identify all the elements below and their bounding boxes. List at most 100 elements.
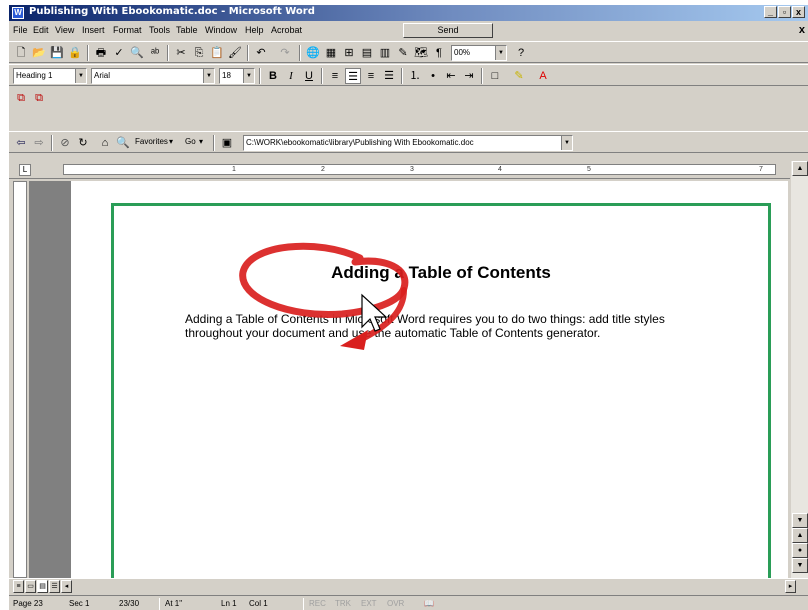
- cut-icon[interactable]: ✂: [173, 45, 189, 61]
- chevron-down-icon[interactable]: ▼: [561, 136, 572, 150]
- drawing-icon[interactable]: ✎: [395, 45, 411, 61]
- status-ovr[interactable]: OVR: [387, 599, 404, 608]
- ruler-strip[interactable]: 1 2 3 4 5 7: [63, 164, 776, 175]
- document-close-icon[interactable]: x: [799, 24, 805, 36]
- maximize-button[interactable]: ▫: [778, 6, 791, 18]
- highlight-icon[interactable]: ✎: [511, 68, 527, 84]
- document-body[interactable]: Adding a Table of Contents in Microsoft …: [185, 312, 695, 340]
- vertical-ruler[interactable]: [13, 181, 27, 578]
- insert-table-icon[interactable]: ⊞: [341, 45, 357, 61]
- chevron-down-icon[interactable]: ▼: [203, 69, 214, 83]
- menu-insert[interactable]: Insert: [82, 25, 105, 35]
- scroll-up-icon[interactable]: ▲: [792, 161, 808, 176]
- word-app-icon[interactable]: W: [12, 7, 24, 19]
- address-combo[interactable]: C:\WORK\ebookomatic\library\Publishing W…: [243, 135, 573, 151]
- menu-acrobat[interactable]: Acrobat: [271, 25, 302, 35]
- style-combo[interactable]: Heading 1 ▼: [13, 68, 87, 84]
- scroll-left-icon[interactable]: ◂: [61, 580, 72, 593]
- permission-icon[interactable]: 🔒: [67, 45, 83, 61]
- font-color-icon[interactable]: A: [535, 68, 551, 84]
- format-painter-icon[interactable]: 🖌: [227, 45, 243, 61]
- document-area[interactable]: Adding a Table of Contents Adding a Tabl…: [29, 181, 788, 578]
- stop-icon[interactable]: ⊘: [57, 135, 73, 151]
- tab-selector[interactable]: L: [19, 164, 31, 176]
- menu-edit[interactable]: Edit: [33, 25, 49, 35]
- menu-view[interactable]: View: [55, 25, 74, 35]
- document-page[interactable]: Adding a Table of Contents Adding a Tabl…: [71, 181, 788, 578]
- font-size-combo[interactable]: 18 ▼: [219, 68, 255, 84]
- italic-button[interactable]: I: [283, 68, 299, 84]
- chevron-down-icon[interactable]: ▼: [75, 69, 86, 83]
- show-web-toolbar-icon[interactable]: ▣: [219, 135, 235, 151]
- scroll-right-icon[interactable]: ▸: [785, 580, 796, 593]
- help-icon[interactable]: ?: [513, 45, 529, 61]
- horizontal-track[interactable]: [101, 580, 781, 593]
- horizontal-ruler[interactable]: L 1 2 3 4 5 7: [9, 161, 808, 179]
- menu-format[interactable]: Format: [113, 25, 142, 35]
- back-icon[interactable]: ⇦: [13, 135, 29, 151]
- document-heading[interactable]: Adding a Table of Contents: [71, 263, 788, 283]
- go-menu[interactable]: Go: [185, 137, 196, 146]
- status-ext[interactable]: EXT: [361, 599, 377, 608]
- minimize-button[interactable]: _: [764, 6, 777, 18]
- send-button[interactable]: Send: [403, 23, 493, 38]
- save-icon[interactable]: 💾: [49, 45, 65, 61]
- vertical-scrollbar[interactable]: ▲ ▼ ▲ ● ▼: [790, 161, 808, 578]
- status-trk[interactable]: TRK: [335, 599, 351, 608]
- outline-view-icon[interactable]: ☰: [49, 580, 60, 593]
- columns-icon[interactable]: ▥: [377, 45, 393, 61]
- research-icon[interactable]: ᵃᵇ: [147, 45, 163, 61]
- insert-excel-icon[interactable]: ▤: [359, 45, 375, 61]
- bullets-icon[interactable]: •: [425, 68, 441, 84]
- justify-icon[interactable]: ☰: [381, 68, 397, 84]
- menu-window[interactable]: Window: [205, 25, 237, 35]
- align-center-icon[interactable]: ☰: [345, 68, 361, 84]
- document-map-icon[interactable]: 🗺: [413, 45, 429, 61]
- next-page-icon[interactable]: ▼: [792, 558, 808, 573]
- copy-icon[interactable]: ⎘: [191, 45, 207, 61]
- spelling-icon[interactable]: ✓: [111, 45, 127, 61]
- chevron-down-icon[interactable]: ▼: [243, 69, 254, 83]
- underline-button[interactable]: U: [301, 68, 317, 84]
- decrease-indent-icon[interactable]: ⇤: [443, 68, 459, 84]
- tables-borders-icon[interactable]: ▦: [323, 45, 339, 61]
- forward-icon[interactable]: ⇨: [31, 135, 47, 151]
- open-folder-icon[interactable]: 📂: [31, 45, 47, 61]
- select-browse-object-icon[interactable]: ●: [792, 543, 808, 558]
- font-combo[interactable]: Arial ▼: [91, 68, 215, 84]
- home-icon[interactable]: ⌂: [97, 135, 113, 151]
- close-button[interactable]: x: [792, 6, 805, 18]
- scroll-down-icon[interactable]: ▼: [792, 513, 808, 528]
- favorites-menu[interactable]: Favorites: [135, 137, 168, 146]
- zoom-combo[interactable]: 00% ▼: [451, 45, 507, 61]
- redo-icon[interactable]: ↷: [277, 45, 293, 61]
- search-web-icon[interactable]: 🔍: [115, 135, 131, 151]
- new-document-icon[interactable]: 🗋: [13, 45, 29, 61]
- favorites-dropdown-icon[interactable]: ▾: [169, 137, 173, 146]
- paste-icon[interactable]: 📋: [209, 45, 225, 61]
- menu-table[interactable]: Table: [176, 25, 198, 35]
- increase-indent-icon[interactable]: ⇥: [461, 68, 477, 84]
- numbering-icon[interactable]: ⒈: [407, 68, 423, 84]
- print-preview-icon[interactable]: 🔍: [129, 45, 145, 61]
- title-bar[interactable]: W Publishing With Ebookomatic.doc - Micr…: [9, 5, 808, 21]
- pdf-convert-icon[interactable]: ⧉: [13, 90, 29, 106]
- menu-tools[interactable]: Tools: [149, 25, 170, 35]
- horizontal-scrollbar[interactable]: ≡ ▭ ▤ ☰ ◂ ▸: [9, 578, 808, 594]
- status-rec[interactable]: REC: [309, 599, 326, 608]
- previous-page-icon[interactable]: ▲: [792, 528, 808, 543]
- web-layout-icon[interactable]: ▭: [25, 580, 36, 593]
- normal-view-icon[interactable]: ≡: [13, 580, 24, 593]
- go-dropdown-icon[interactable]: ▾: [199, 137, 203, 146]
- print-layout-icon[interactable]: ▤: [37, 580, 48, 593]
- border-icon[interactable]: □: [487, 68, 503, 84]
- align-right-icon[interactable]: ≡: [363, 68, 379, 84]
- bold-button[interactable]: B: [265, 68, 281, 84]
- spelling-status-icon[interactable]: 📖: [424, 599, 434, 608]
- pdf-email-icon[interactable]: ⧉: [31, 90, 47, 106]
- chevron-down-icon[interactable]: ▼: [495, 46, 506, 60]
- menu-file[interactable]: File: [13, 25, 28, 35]
- show-hide-icon[interactable]: ¶: [431, 45, 447, 61]
- refresh-icon[interactable]: ↻: [75, 135, 91, 151]
- undo-icon[interactable]: ↶: [253, 45, 269, 61]
